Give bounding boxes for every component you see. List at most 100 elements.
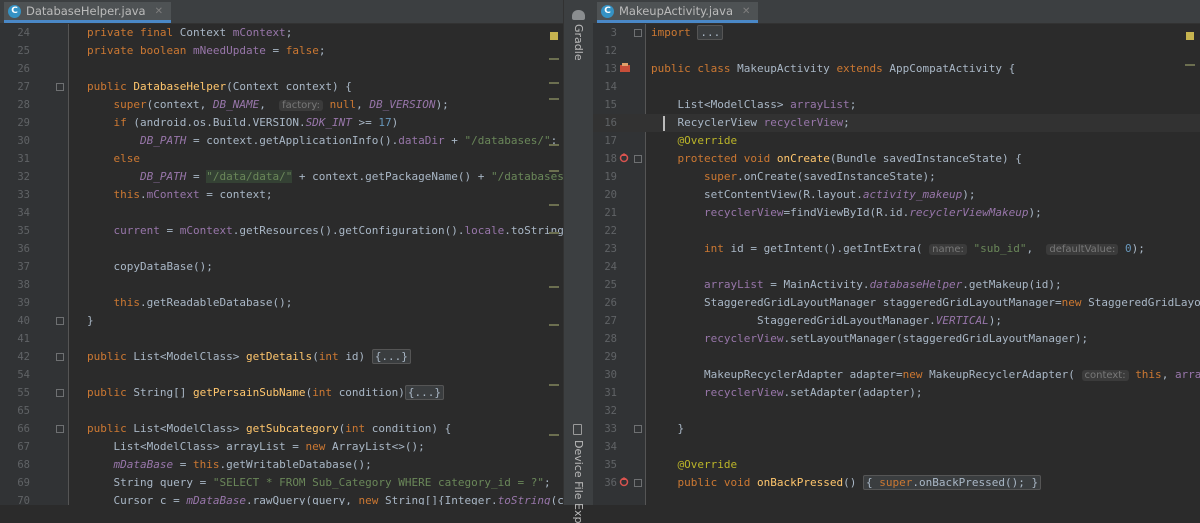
code-text[interactable]: int id = getIntent().getIntExtra( name: …	[651, 240, 1145, 259]
code-line[interactable]: 33 this.mContext = context;	[0, 186, 563, 204]
code-text[interactable]: public DatabaseHelper(Context context) {	[87, 78, 352, 96]
code-line[interactable]: 36 public void onBackPressed() { super.o…	[593, 474, 1200, 492]
code-text[interactable]: private boolean mNeedUpdate = false;	[87, 42, 325, 60]
fold-toggle-icon[interactable]	[634, 479, 642, 487]
code-line[interactable]: 19 super.onCreate(savedInstanceState);	[593, 168, 1200, 186]
code-line[interactable]: 34	[0, 204, 563, 222]
code-line[interactable]: 67 List<ModelClass> arrayList = new Arra…	[0, 438, 563, 456]
code-line[interactable]: 65	[0, 402, 563, 420]
code-line[interactable]: 31 else	[0, 150, 563, 168]
code-line[interactable]: 54	[0, 366, 563, 384]
code-line[interactable]: 30 MakeupRecyclerAdapter adapter=new Mak…	[593, 366, 1200, 384]
code-line[interactable]: 24 private final Context mContext;	[0, 24, 563, 42]
code-text[interactable]: MakeupRecyclerAdapter adapter=new Makeup…	[651, 366, 1200, 385]
right-editor-pane[interactable]: C MakeupActivity.java ✕ 3 import ... 12 13 p…	[593, 0, 1200, 505]
gradle-tool-button[interactable]: Gradle	[572, 24, 585, 61]
code-text[interactable]: }	[87, 312, 94, 330]
code-text[interactable]: public void onBackPressed() { super.onBa…	[651, 474, 1042, 492]
tab-makeup-activity[interactable]: C MakeupActivity.java ✕	[597, 2, 759, 23]
code-line[interactable]: 30 DB_PATH = context.getApplicationInfo(…	[0, 132, 563, 150]
code-text[interactable]: String query = "SELECT * FROM Sub_Catego…	[87, 474, 550, 492]
code-line[interactable]: 22	[593, 222, 1200, 240]
code-line[interactable]: 28 recyclerView.setLayoutManager(stagger…	[593, 330, 1200, 348]
code-text[interactable]: DB_PATH = "/data/data/" + context.getPac…	[87, 168, 563, 186]
code-line[interactable]: 27 public DatabaseHelper(Context context)…	[0, 78, 563, 96]
code-text[interactable]: RecyclerView recyclerView;	[651, 114, 849, 132]
code-line[interactable]: 36	[0, 240, 563, 258]
code-line[interactable]: 42 public List<ModelClass> getDetails(int…	[0, 348, 563, 366]
code-line[interactable]: 14	[593, 78, 1200, 96]
code-text[interactable]: StaggeredGridLayoutManager staggeredGrid…	[651, 294, 1200, 312]
code-line[interactable]: 28 super(context, DB_NAME, factory: null…	[0, 96, 563, 114]
code-text[interactable]: DB_PATH = context.getApplicationInfo().d…	[87, 132, 557, 150]
code-line[interactable]: 29 if (android.os.Build.VERSION.SDK_INT …	[0, 114, 563, 132]
code-text[interactable]: List<ModelClass> arrayList;	[651, 96, 856, 114]
code-text[interactable]: }	[651, 420, 684, 438]
device-file-explorer-button[interactable]: Device File Exp	[572, 440, 585, 523]
fold-toggle-icon[interactable]	[56, 425, 64, 433]
code-line[interactable]: 35 @Override	[593, 456, 1200, 474]
code-text[interactable]: private final Context mContext;	[87, 24, 292, 42]
code-line[interactable]: 29	[593, 348, 1200, 366]
left-editor-pane[interactable]: C DatabaseHelper.java ✕ 24 private final …	[0, 0, 563, 505]
code-line[interactable]: 26 StaggeredGridLayoutManager staggeredG…	[593, 294, 1200, 312]
code-line[interactable]: 35 current = mContext.getResources().get…	[0, 222, 563, 240]
code-line[interactable]: 40}	[0, 312, 563, 330]
code-text[interactable]: StaggeredGridLayoutManager.VERTICAL);	[651, 312, 1002, 330]
code-text[interactable]: import ...	[651, 24, 724, 42]
code-line[interactable]: 31 recyclerView.setAdapter(adapter);	[593, 384, 1200, 402]
fold-toggle-icon[interactable]	[634, 425, 642, 433]
code-line[interactable]: 15 List<ModelClass> arrayList;	[593, 96, 1200, 114]
code-line[interactable]: 32 DB_PATH = "/data/data/" + context.get…	[0, 168, 563, 186]
code-line[interactable]: 25 arrayList = MainActivity.databaseHelp…	[593, 276, 1200, 294]
code-text[interactable]: @Override	[651, 132, 738, 150]
code-line[interactable]: 18 protected void onCreate(Bundle savedI…	[593, 150, 1200, 168]
left-error-stripe[interactable]	[549, 24, 559, 505]
code-text[interactable]: public List<ModelClass> getDetails(int i…	[87, 348, 411, 366]
code-line[interactable]: 17 @Override	[593, 132, 1200, 150]
fold-toggle-icon[interactable]	[56, 83, 64, 91]
code-text[interactable]: else	[87, 150, 141, 168]
code-text[interactable]: recyclerView=findViewById(R.id.recyclerV…	[651, 204, 1042, 222]
fold-toggle-icon[interactable]	[56, 389, 64, 397]
close-icon[interactable]: ✕	[155, 6, 163, 17]
code-text[interactable]: if (android.os.Build.VERSION.SDK_INT >= …	[87, 114, 399, 132]
code-line[interactable]: 26	[0, 60, 563, 78]
code-line[interactable]: 27 StaggeredGridLayoutManager.VERTICAL);	[593, 312, 1200, 330]
fold-toggle-icon[interactable]	[634, 29, 642, 37]
tab-database-helper[interactable]: C DatabaseHelper.java ✕	[4, 2, 171, 23]
code-line[interactable]: 3 import ...	[593, 24, 1200, 42]
fold-toggle-icon[interactable]	[56, 353, 64, 361]
code-text[interactable]: public String[] getPersainSubName(int co…	[87, 384, 445, 402]
code-line[interactable]: 16 RecyclerView recyclerView;	[593, 114, 1200, 132]
code-text[interactable]: current = mContext.getResources().getCon…	[87, 222, 564, 240]
right-error-stripe[interactable]	[1185, 24, 1195, 505]
code-line[interactable]: 21 recyclerView=findViewById(R.id.recycl…	[593, 204, 1200, 222]
code-text[interactable]: recyclerView.setLayoutManager(staggeredG…	[651, 330, 1088, 348]
code-line[interactable]: 69 String query = "SELECT * FROM Sub_Cat…	[0, 474, 563, 492]
code-text[interactable]: mDataBase = this.getWritableDatabase();	[87, 456, 372, 474]
code-text[interactable]: this.getReadableDatabase();	[87, 294, 293, 312]
override-marker-icon[interactable]	[619, 477, 629, 487]
code-text[interactable]: super.onCreate(savedInstanceState);	[651, 168, 936, 186]
override-marker-icon[interactable]	[619, 153, 629, 163]
code-line[interactable]: 70 Cursor c = mDataBase.rawQuery(query, …	[0, 492, 563, 505]
code-line[interactable]: 34	[593, 438, 1200, 456]
code-line[interactable]: 68 mDataBase = this.getWritableDatabase(…	[0, 456, 563, 474]
code-text[interactable]: Cursor c = mDataBase.rawQuery(query, new…	[87, 492, 563, 505]
code-text[interactable]: public List<ModelClass> getSubcategory(i…	[87, 420, 451, 438]
code-line[interactable]: 41	[0, 330, 563, 348]
code-text[interactable]: protected void onCreate(Bundle savedInst…	[651, 150, 1022, 168]
code-text[interactable]: @Override	[651, 456, 738, 474]
code-line[interactable]: 13 public class MakeupActivity extends Ap…	[593, 60, 1200, 78]
code-line[interactable]: 55 public String[] getPersainSubName(int …	[0, 384, 563, 402]
code-line[interactable]: 37 copyDataBase();	[0, 258, 563, 276]
code-line[interactable]: 12	[593, 42, 1200, 60]
code-line[interactable]: 24	[593, 258, 1200, 276]
code-text[interactable]: public class MakeupActivity extends AppC…	[651, 60, 1015, 78]
code-text[interactable]: arrayList = MainActivity.databaseHelper.…	[651, 276, 1062, 294]
code-text[interactable]: super(context, DB_NAME, factory: null, D…	[87, 96, 449, 115]
code-text[interactable]: this.mContext = context;	[87, 186, 273, 204]
code-text[interactable]: setContentView(R.layout.activity_makeup)…	[651, 186, 976, 204]
code-line[interactable]: 66 public List<ModelClass> getSubcategory…	[0, 420, 563, 438]
